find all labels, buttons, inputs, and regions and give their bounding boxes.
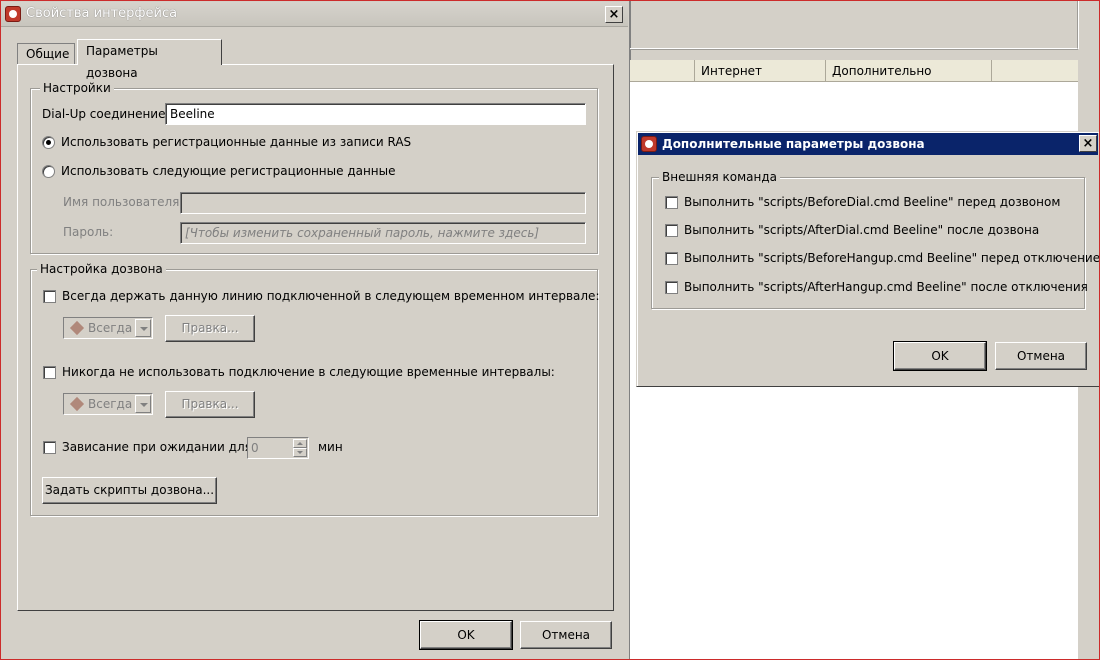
chevron-down-icon[interactable]: [135, 395, 151, 413]
keep-interval-value: Всегда: [88, 321, 133, 335]
main-dialog-title: Свойства интерфейса: [26, 6, 178, 21]
external-command-group-label: Внешняя команда: [659, 169, 781, 185]
hangup-idle-checkbox[interactable]: [43, 441, 56, 454]
radio-use-ras[interactable]: [42, 136, 55, 149]
username-label: Имя пользователя:: [63, 195, 184, 209]
advanced-dialog-title: Дополнительные параметры дозвона: [662, 137, 925, 151]
never-interval-value: Всегда: [88, 397, 133, 411]
tab-general[interactable]: Общие: [17, 43, 75, 64]
spin-up-icon[interactable]: [293, 439, 307, 448]
keep-interval-combo[interactable]: Всегда: [63, 317, 153, 339]
dialup-connection-field[interactable]: Beeline: [165, 103, 586, 125]
after-hangup-label[interactable]: Выполнить "scripts/AfterHangup.cmd Beeli…: [684, 278, 1088, 296]
hangup-unit-label: мин: [318, 440, 343, 454]
before-hangup-label[interactable]: Выполнить "scripts/BeforeHangup.cmd Beel…: [684, 249, 1100, 267]
keep-edit-button[interactable]: Правка...: [165, 315, 255, 342]
column-header-0[interactable]: [630, 60, 695, 82]
dial-settings-group-label: Настройка дозвона: [37, 261, 166, 277]
advanced-close-button[interactable]: ×: [1079, 135, 1097, 152]
main-cancel-button[interactable]: Отмена: [520, 621, 612, 649]
close-icon: ×: [608, 7, 620, 22]
before-hangup-checkbox[interactable]: [665, 252, 678, 265]
keep-connected-label[interactable]: Всегда держать данную линию подключенной…: [62, 287, 600, 305]
column-header-additional[interactable]: Дополнительно: [826, 60, 992, 82]
password-field[interactable]: [Чтобы изменить сохраненный пароль, нажм…: [180, 222, 586, 244]
never-use-label[interactable]: Никогда не использовать подключение в сл…: [62, 363, 555, 381]
close-icon: ×: [1082, 136, 1094, 151]
radio-use-custom-label[interactable]: Использовать следующие регистрационные д…: [61, 162, 396, 180]
dialup-label: Dial-Up соединение:: [42, 107, 170, 121]
username-field[interactable]: [180, 192, 586, 214]
dial-scripts-button[interactable]: Задать скрипты дозвона...: [42, 477, 217, 504]
chevron-down-icon[interactable]: [135, 319, 151, 337]
before-dial-label[interactable]: Выполнить "scripts/BeforeDial.cmd Beelin…: [684, 193, 1060, 211]
after-dial-label[interactable]: Выполнить "scripts/AfterDial.cmd Beeline…: [684, 221, 1039, 239]
never-interval-combo[interactable]: Всегда: [63, 393, 153, 415]
keep-connected-checkbox[interactable]: [43, 290, 56, 303]
hangup-idle-spinner[interactable]: 0: [247, 437, 309, 459]
password-label: Пароль:: [63, 225, 114, 239]
app-icon: [5, 6, 21, 22]
after-dial-checkbox[interactable]: [665, 224, 678, 237]
hangup-idle-label[interactable]: Зависание при ожидании для: [62, 438, 252, 456]
before-dial-checkbox[interactable]: [665, 196, 678, 209]
advanced-cancel-button[interactable]: Отмена: [995, 342, 1087, 370]
background-top-panel-inner: [630, 0, 1078, 49]
main-ok-button[interactable]: OK: [419, 620, 513, 650]
tab-dial-parameters[interactable]: Параметры дозвона: [77, 39, 222, 80]
never-use-checkbox[interactable]: [43, 366, 56, 379]
advanced-ok-button[interactable]: OK: [893, 341, 987, 371]
never-edit-button[interactable]: Правка...: [165, 391, 255, 418]
after-hangup-checkbox[interactable]: [665, 281, 678, 294]
radio-use-custom[interactable]: [42, 165, 55, 178]
spin-down-icon[interactable]: [293, 448, 307, 457]
column-header-internet[interactable]: Интернет: [695, 60, 826, 82]
main-close-button[interactable]: ×: [605, 6, 623, 23]
hangup-idle-value: 0: [251, 441, 259, 455]
radio-use-ras-label[interactable]: Использовать регистрационные данные из з…: [61, 133, 411, 151]
app-icon: [641, 136, 657, 152]
